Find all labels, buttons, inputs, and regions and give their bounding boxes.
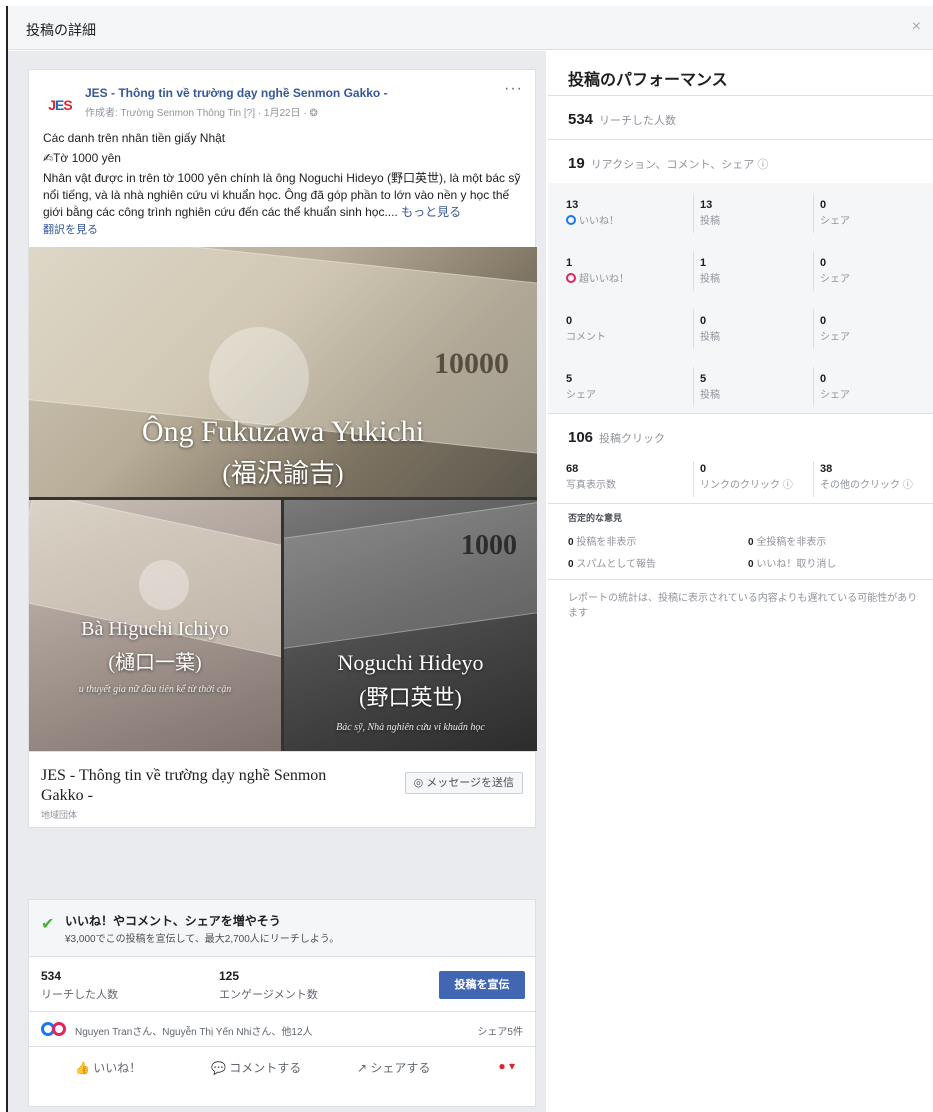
boost-promo: ✔ いいね！やコメント、シェアを増やそう ¥3,000でこの投稿を宣伝して、最大… [28,899,536,957]
like-button[interactable]: 👍 いいね！ [75,1059,141,1076]
photo-caption: Noguchi Hideyo [337,650,484,675]
translate-link[interactable]: 翻訳を見る [43,222,521,239]
link-subtitle: 地域団体 [41,810,78,820]
photo-caption: u thuyết gia nữ đầu tiên kể từ thời cận [78,684,232,695]
photo-caption: (樋口一葉) [108,652,202,674]
photo-5000-yen[interactable]: Bà Higuchi Ichiyo (樋口一葉) u thuyết gia nữ… [29,500,281,751]
hide-post-count: 0 投稿を非表示 [568,537,637,548]
photo-views: 68 写真表示数 [566,463,616,491]
post-line-2: ✍Tờ 1000 yên [43,151,121,165]
send-message-button[interactable]: ◎ メッセージを送信 [404,772,523,794]
comment-button[interactable]: 💬 コメントする [211,1059,301,1076]
reach-row: 534 リーチした人数 [568,111,677,128]
other-clicks: 38 その他のクリック ⓘ [820,463,913,491]
like-icon [566,215,576,225]
close-icon[interactable]: × [912,18,921,36]
hide-all-posts-count: 0 全投稿を非表示 [748,537,827,548]
photo-grid: 10000 Ông Fukuzawa Yukichi (福沢諭吉) Bà Hig… [29,247,537,751]
post-meta: 作成者: Trường Senmon Thông Tin [?] · 1月22日… [85,108,318,119]
reach-stat: 534 リーチした人数 [41,969,118,1001]
comments-on-shares: 0 シェア [820,315,850,343]
reactions-summary[interactable]: Nguyen Tranさん、Nguyễn Thị Yến Nhiさん、他12人 … [29,1011,535,1045]
page-name-link[interactable]: JES - Thông tin về trường dạy nghề Senmo… [85,86,388,100]
engagement-stat: 125 エンゲージメント数 [219,969,318,1001]
share-button[interactable]: ↗ シェアする [357,1059,430,1076]
denomination-label: 10000 [434,347,509,380]
photo-1000-yen[interactable]: 1000 Noguchi Hideyo (野口英世) Bác sỹ, Nhà n… [284,500,537,751]
page-link-preview[interactable]: JES - Thông tin về trường dạy nghề Senmo… [29,751,535,827]
stats-delay-note: レポートの統計は、投稿に表示されている内容よりも遅れている可能性があります [568,593,918,619]
photo-caption: Ông Fukuzawa Yukichi [141,415,425,448]
modal-title: 投稿の詳細 [26,22,96,38]
see-more-link[interactable]: もっと見る [401,205,461,219]
post-card: JES JES - Thông tin về trường dạy nghề S… [28,69,537,828]
love-icon [566,273,576,283]
performance-pane: 投稿のパフォーマンス 534 リーチした人数 19 リアクション、コメント、シェア … [548,51,933,1112]
reaction-dropdown-icon[interactable]: ● ▾ [498,1059,515,1073]
report-spam-count: 0 スパムとして報告 [568,559,657,570]
post-line-1: Các danh trên nhân tiền giấy Nhật [43,131,226,145]
more-options-icon[interactable]: ··· [504,80,523,98]
shares-total: 5 シェア [566,373,596,401]
negative-feedback-title: 否定的な意見 [568,513,623,523]
love-reaction-icon [52,1022,66,1036]
photo-caption: Bác sỹ, Nhà nghiên cứu vi khuẩn học [336,722,485,733]
likes-on-shares: 0 シェア [820,199,850,227]
post-text: Các danh trên nhân tiền giấy Nhật ✍Tờ 10… [29,130,535,239]
share-count[interactable]: シェア5件 [477,1023,523,1038]
denomination-label: 1000 [461,530,517,561]
boost-post-button[interactable]: 投稿を宣伝 [439,971,525,999]
likes-on-post: 13 投稿 [700,199,720,227]
loves-on-post: 1 投稿 [700,257,720,285]
post-header: JES JES - Thông tin về trường dạy nghề S… [29,70,535,130]
link-title: JES - Thông tin về trường dạy nghề Senmo… [41,767,327,804]
post-stats: 534 リーチした人数 125 エンゲージメント数 投稿を宣伝 Nguyen T… [28,957,536,1107]
photo-caption: (野口英世) [359,685,462,710]
reaction-icons [41,1022,66,1039]
performance-title: 投稿のパフォーマンス [568,72,728,89]
reactions-row: 19 リアクション、コメント、シェア ⓘ [568,155,769,172]
post-body: Nhân vật được in trên tờ 1000 yên chính … [43,171,521,219]
check-icon: ✔ [41,916,55,933]
post-details-modal: 投稿の詳細 × JES JES - Thông tin về trường dạ… [6,6,933,1112]
reactions-breakdown: 13 いいね！ 13 投稿 0 シェア 1 超いいね！ 1 投稿 0 シェア 0 コメント 0… [548,183,933,413]
clicks-row: 106 投稿クリック [568,429,666,446]
shares-on-shares: 0 シェア [820,373,850,401]
page-logo[interactable]: JES [43,88,77,122]
comments-on-post: 0 投稿 [700,315,720,343]
reactor-names[interactable]: Nguyen Tranさん、Nguyễn Thị Yến Nhiさん、他12人 [75,1023,313,1038]
loves-on-shares: 0 シェア [820,257,850,285]
link-clicks: 0 リンクのクリック ⓘ [700,463,793,491]
photo-caption: (福沢諭吉) [222,459,344,488]
photo-10000-yen[interactable]: 10000 Ông Fukuzawa Yukichi (福沢諭吉) [29,247,537,497]
unlike-page-count: 0 いいね！取り消し [748,559,837,570]
modal-header: 投稿の詳細 × [8,6,933,50]
boost-title: いいね！やコメント、シェアを増やそう [65,914,281,928]
post-actions: 👍 いいね！ 💬 コメントする ↗ シェアする ● ▾ [29,1046,535,1086]
post-preview-pane: JES JES - Thông tin về trường dạy nghề S… [8,51,546,1112]
comments-total: 0 コメント [566,315,606,343]
likes-total: 13 いいね！ [566,199,619,227]
photo-caption: Bà Higuchi Ichiyo [81,618,229,640]
shares-on-post: 5 投稿 [700,373,720,401]
loves-total: 1 超いいね！ [566,257,629,285]
boost-description: ¥3,000でこの投稿を宣伝して、最大2,700人にリーチしよう。 [65,934,340,945]
